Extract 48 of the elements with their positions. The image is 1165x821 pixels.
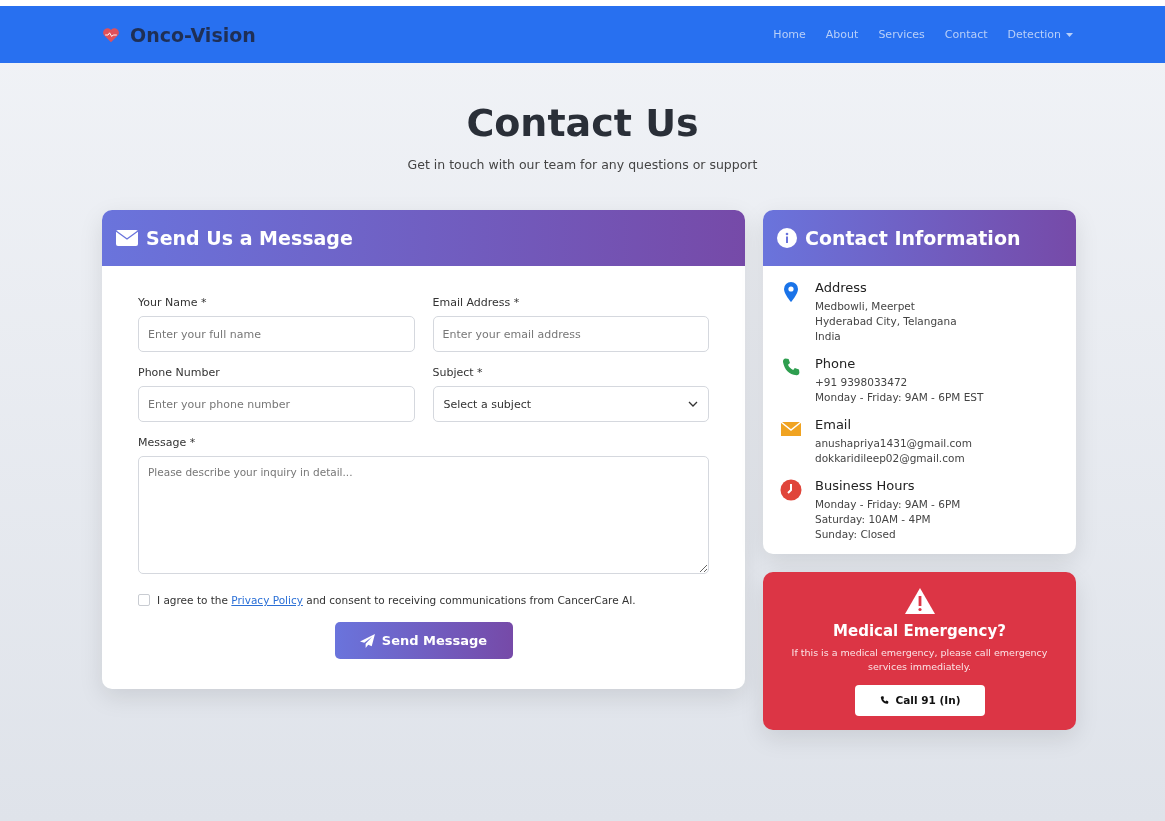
field-label: Email Address * [432, 296, 521, 309]
consent-text: I agree to the Privacy Policy and consent to receiving communications from CancerCare AI. [157, 594, 636, 606]
input-field[interactable]: Enter your email address [432, 316, 709, 352]
field-label: Phone Number [138, 366, 221, 379]
card-title: Send Us a Message [146, 227, 353, 249]
card-title: Contact Information [805, 227, 1021, 249]
phone-icon [878, 694, 890, 706]
emergency-text: If this is a medical emergency, please call emergency services immediately. [790, 646, 1049, 675]
contact-heading: Phone [815, 356, 857, 371]
call-button[interactable]: Call 91 (In) [854, 684, 985, 716]
contact-detail: India [815, 330, 842, 342]
contact-detail: Monday - Friday: 9AM - 6PM EST [815, 391, 984, 403]
contact-detail: Medbowli, Meerpet [815, 300, 916, 312]
privacy-policy-link[interactable]: Privacy Policy [231, 594, 303, 606]
contact-heading: Business Hours [815, 478, 916, 493]
contact-detail: Sunday: Closed [815, 528, 897, 540]
contact-detail: +91 9398033472 [815, 376, 909, 388]
field-label: Message * [138, 436, 197, 449]
subject-select[interactable]: Select a subject [432, 386, 709, 422]
message-field[interactable]: Please describe your inquiry in detail... [138, 456, 709, 574]
chevron-down-icon [688, 401, 698, 407]
nav-link[interactable]: Services [878, 28, 925, 41]
brand-name[interactable]: Onco-Vision [130, 23, 256, 46]
nav-link[interactable]: Detection [1007, 28, 1073, 41]
page-subtitle: Get in touch with our team for any questions or support [407, 157, 758, 172]
contact-detail: dokkaridileep02@gmail.com [815, 452, 966, 464]
heart-icon [102, 26, 120, 43]
contact-detail: Saturday: 10AM - 4PM [815, 513, 932, 525]
contact-detail: anushapriya1431@gmail.com [815, 437, 972, 449]
contact-heading: Address [815, 280, 868, 295]
nav-link[interactable]: About [825, 28, 859, 41]
paper-plane-icon [359, 633, 375, 648]
consent-checkbox[interactable] [138, 594, 150, 606]
emergency-title: Medical Emergency? [833, 622, 1006, 640]
contact-detail: Hyderabad City, Telangana [815, 315, 957, 327]
contact-detail: Monday - Friday: 9AM - 6PM [815, 498, 961, 510]
contact-heading: Email [815, 417, 853, 432]
envelope-icon [116, 230, 138, 246]
nav-link[interactable]: Home [773, 28, 806, 41]
field-label: Your Name * [138, 296, 208, 309]
input-field[interactable]: Enter your phone number [138, 386, 415, 422]
field-label: Subject * [432, 366, 484, 379]
nav-link[interactable]: Contact [944, 28, 988, 41]
send-message-button[interactable]: Send Message [334, 622, 513, 659]
info-icon [777, 228, 797, 248]
page-title: Contact Us [466, 101, 699, 145]
warning-icon [904, 588, 935, 614]
input-field[interactable]: Enter your full name [138, 316, 415, 352]
